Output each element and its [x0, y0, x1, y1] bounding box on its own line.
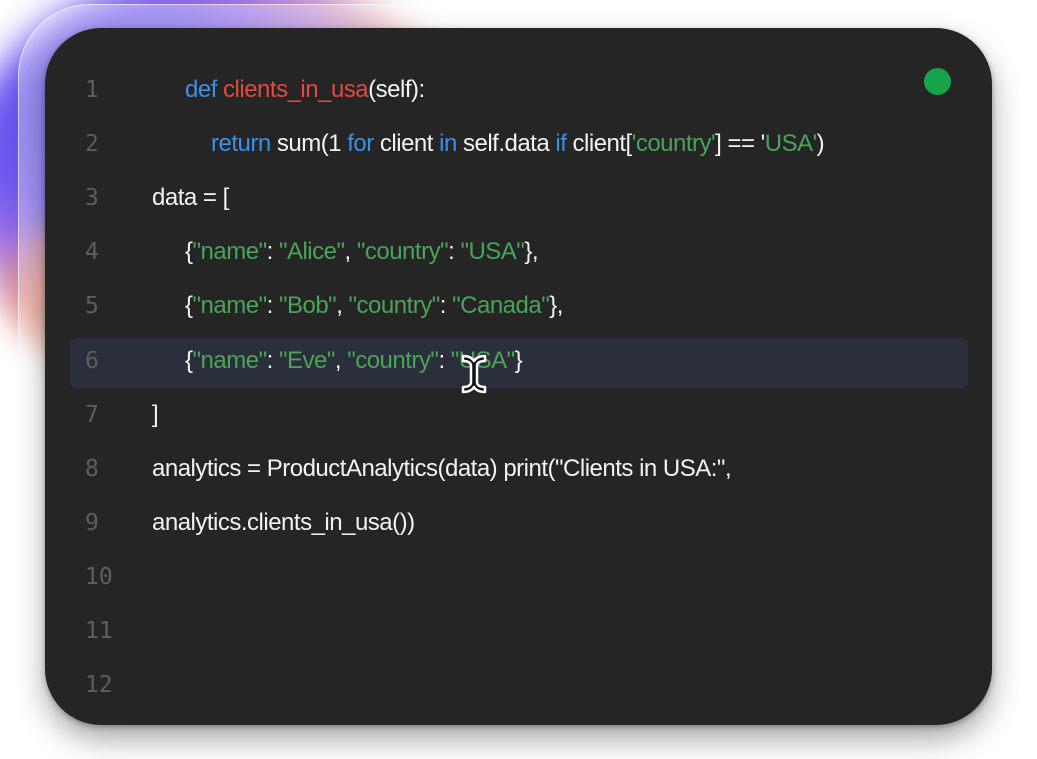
code-token: client	[373, 130, 440, 157]
code-token: },	[524, 238, 539, 265]
code-editor[interactable]: 1 def clients_in_usa(self): 2 return sum…	[45, 28, 992, 725]
line-number: 3	[85, 185, 99, 211]
code-token: :	[438, 347, 451, 374]
string-literal: "Eve"	[278, 347, 335, 374]
code-token: ]	[152, 401, 159, 428]
code-token: :	[439, 292, 453, 319]
code-token: )	[816, 130, 825, 157]
string-literal: "USA"	[460, 238, 525, 265]
code-token: sum(1	[270, 130, 348, 157]
code-line[interactable]: 2 return sum(1 for client in self.data i…	[45, 119, 992, 173]
keyword: def	[185, 76, 217, 103]
line-code[interactable]: analytics = ProductAnalytics(data) print…	[152, 455, 732, 483]
code-line[interactable]: 1 def clients_in_usa(self):	[45, 65, 992, 119]
line-number: 5	[85, 293, 99, 319]
string-literal: "Bob"	[278, 292, 337, 319]
function-name: clients_in_usa	[223, 76, 369, 103]
code-line[interactable]: 5 {"name": "Bob", "country": "Canada"},	[45, 281, 992, 335]
code-line[interactable]: 4 {"name": "Alice", "country": "USA"},	[45, 227, 992, 281]
string-literal: 'country'	[631, 130, 716, 157]
code-token: {	[185, 292, 193, 319]
code-line[interactable]: 7 ]	[45, 390, 992, 444]
keyword: if	[555, 130, 567, 157]
string-literal: "country"	[348, 292, 441, 319]
line-number: 6	[85, 348, 99, 374]
code-token: analytics.clients_in_usa())	[152, 509, 415, 536]
code-line[interactable]: 10	[45, 552, 992, 606]
line-code[interactable]: {"name": "Bob", "country": "Canada"},	[185, 292, 563, 320]
code-token: analytics = ProductAnalytics(data) print…	[152, 455, 732, 482]
line-number: 9	[85, 510, 99, 536]
line-number: 4	[85, 239, 99, 265]
line-number: 7	[85, 402, 99, 428]
keyword: in	[439, 130, 457, 157]
line-code[interactable]: return sum(1 for client in self.data if …	[211, 130, 825, 158]
string-literal: "name"	[192, 292, 268, 319]
line-number: 2	[85, 131, 99, 157]
line-number: 11	[85, 618, 113, 644]
code-token: ,	[334, 347, 348, 374]
code-token: :	[266, 238, 279, 265]
string-literal: "country"	[356, 238, 449, 265]
code-token: data = [	[152, 184, 229, 211]
code-line[interactable]: 8 analytics = ProductAnalytics(data) pri…	[45, 444, 992, 498]
code-token: }	[514, 347, 523, 374]
code-token: ,	[344, 238, 357, 265]
string-literal: "Alice"	[278, 238, 345, 265]
code-token: :	[448, 238, 461, 265]
code-token: ] == '	[715, 130, 765, 157]
string-literal: "country"	[347, 347, 439, 374]
line-code[interactable]: data = [	[152, 184, 229, 212]
line-code[interactable]: ]	[152, 401, 159, 429]
code-line[interactable]: 11	[45, 606, 992, 660]
keyword: return	[211, 130, 271, 157]
string-literal: USA'	[764, 130, 817, 157]
code-token: },	[549, 292, 563, 319]
line-code[interactable]: analytics.clients_in_usa())	[152, 509, 415, 537]
code-token: {	[185, 238, 193, 265]
code-line-active[interactable]: 6 {"name": "Eve", "country": "USA"}	[45, 336, 992, 390]
line-number: 10	[85, 564, 113, 590]
string-literal: "Canada"	[452, 292, 550, 319]
code-token: {	[185, 347, 193, 374]
line-number: 12	[85, 672, 113, 698]
line-number: 8	[85, 456, 99, 482]
line-code[interactable]: {"name": "Alice", "country": "USA"},	[185, 238, 539, 266]
code-line[interactable]: 12	[45, 660, 992, 714]
code-token: self.data	[456, 130, 556, 157]
text-cursor-icon	[461, 354, 487, 394]
keyword: for	[347, 130, 374, 157]
stage: 1 def clients_in_usa(self): 2 return sum…	[0, 0, 1037, 759]
string-literal: "name"	[192, 238, 268, 265]
code-line[interactable]: 3 data = [	[45, 173, 992, 227]
line-number: 1	[85, 77, 99, 103]
code-token: (self):	[368, 76, 425, 103]
code-token: ,	[336, 292, 349, 319]
code-token: :	[266, 292, 279, 319]
code-line[interactable]: 9 analytics.clients_in_usa())	[45, 498, 992, 552]
line-code[interactable]: def clients_in_usa(self):	[185, 76, 425, 104]
code-token: client[	[566, 130, 633, 157]
code-token: :	[266, 347, 279, 374]
string-literal: "name"	[192, 347, 268, 374]
